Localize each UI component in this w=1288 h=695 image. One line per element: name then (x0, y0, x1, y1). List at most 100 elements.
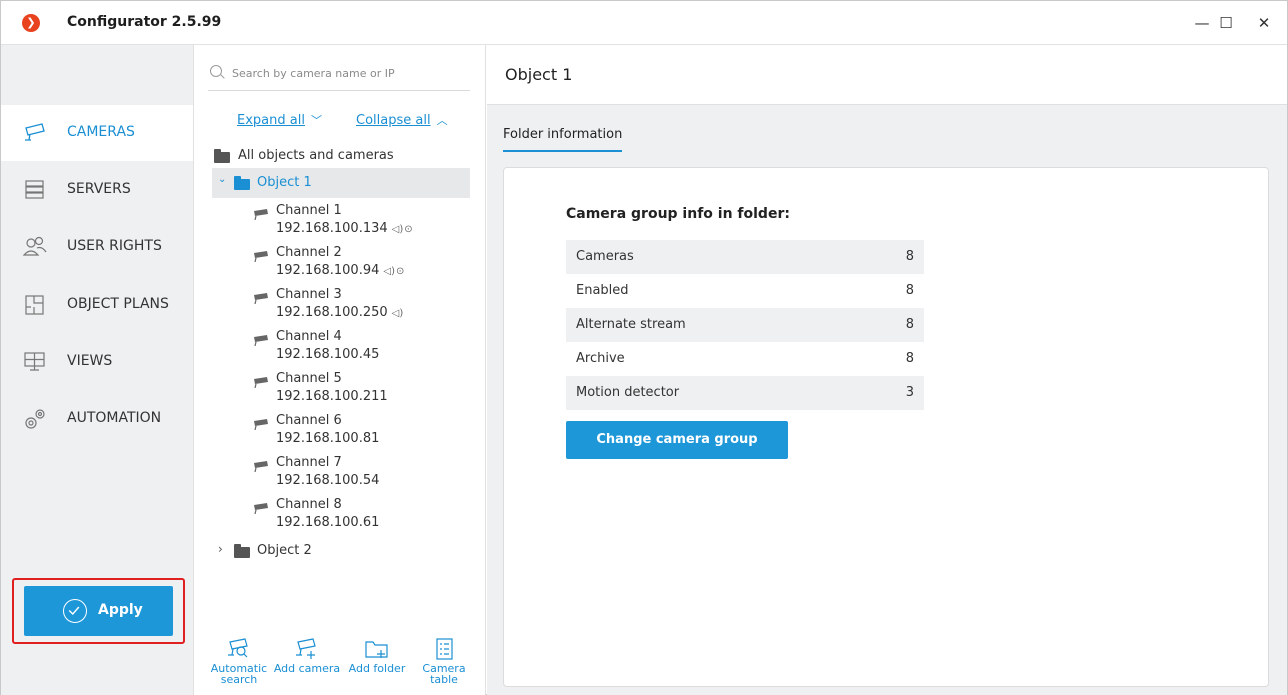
channel-ip: 192.168.100.211 (276, 389, 388, 404)
tree-object-1-row[interactable]: ⌄ Object 1 (212, 168, 470, 198)
camera-tree-panel: Expand all ﹀ Collapse all ︿ All objects an… (194, 45, 486, 695)
chevron-up-icon: ︿ (436, 114, 448, 127)
camera-table-button[interactable]: Camera table (416, 638, 472, 685)
channel-ip: 192.168.100.250 ◁) (276, 305, 403, 320)
channel-name: Channel 3 (276, 287, 342, 302)
folder-icon (214, 149, 230, 163)
channel-row[interactable]: Channel 1 192.168.100.134 ◁)⊙ (252, 203, 472, 245)
change-camera-group-settings-button[interactable]: Change camera group settings (566, 421, 788, 485)
expand-all-label: Expand all (237, 113, 305, 128)
camera-icon (254, 209, 268, 220)
channel-row[interactable]: Channel 5 192.168.100.211 (252, 371, 472, 413)
check-circle-icon (63, 599, 87, 623)
channel-ip: 192.168.100.94 ◁)⊙ (276, 263, 404, 278)
camera-icon (254, 419, 268, 430)
info-value: 8 (905, 249, 914, 264)
search-input[interactable] (232, 60, 462, 86)
channel-row[interactable]: Channel 4 192.168.100.45 (252, 329, 472, 371)
camera-icon (254, 251, 268, 262)
folder-info-card: Camera group info in folder: Cameras 8 E… (503, 167, 1269, 687)
channel-name: Channel 8 (276, 497, 342, 512)
camera-icon (254, 293, 268, 304)
camera-search-icon (228, 638, 248, 658)
channel-ip-text: 192.168.100.94 (276, 263, 380, 278)
channel-ip-text: 192.168.100.211 (276, 389, 388, 404)
main-header: Object 1 (487, 45, 1287, 105)
collapse-all-link[interactable]: Collapse all ︿ (356, 112, 448, 128)
info-row-enabled: Enabled 8 (566, 274, 924, 308)
channel-row[interactable]: Channel 3 192.168.100.250 ◁) (252, 287, 472, 329)
page-title: Object 1 (505, 65, 573, 84)
search-icon (210, 65, 222, 77)
apply-button[interactable]: Apply (24, 586, 173, 636)
expand-all-link[interactable]: Expand all ﹀ (237, 112, 322, 128)
close-button[interactable]: ✕ (1249, 11, 1279, 35)
tab-folder-information[interactable]: Folder information (503, 127, 623, 152)
gears-icon (25, 409, 45, 429)
channel-row[interactable]: Channel 7 192.168.100.54 (252, 455, 472, 497)
camera-table-label-line2: table (430, 673, 458, 686)
channel-ip: 192.168.100.81 (276, 431, 379, 446)
monitor-icon (24, 352, 45, 371)
sidebar-item-object-plans[interactable]: OBJECT PLANS (1, 277, 193, 333)
info-value: 8 (905, 317, 914, 332)
chevron-down-icon[interactable]: ⌄ (218, 174, 226, 185)
channel-row[interactable]: Channel 8 192.168.100.61 (252, 497, 472, 539)
sidebar-item-user-rights[interactable]: USER RIGHTS (1, 219, 193, 275)
channel-ip-text: 192.168.100.45 (276, 347, 380, 362)
apply-label: Apply (98, 602, 143, 618)
channel-name: Channel 7 (276, 455, 342, 470)
automatic-search-button[interactable]: Automatic search (208, 638, 270, 685)
info-row-alternate-stream: Alternate stream 8 (566, 308, 924, 342)
channel-name: Channel 5 (276, 371, 342, 386)
channel-name: Channel 4 (276, 329, 342, 344)
sidebar-item-views[interactable]: VIEWS (1, 334, 193, 390)
tree-object-2-label: Object 2 (257, 543, 312, 558)
camera-icon (254, 377, 268, 388)
floor-plan-icon (25, 295, 44, 315)
channel-ip: 192.168.100.134 ◁)⊙ (276, 221, 413, 236)
audio-icon: ◁) (391, 308, 404, 319)
channel-row[interactable]: Channel 2 192.168.100.94 ◁)⊙ (252, 245, 472, 287)
sidebar-item-label: OBJECT PLANS (67, 296, 169, 312)
sidebar-item-automation[interactable]: AUTOMATION (1, 391, 193, 447)
sidebar-item-servers[interactable]: SERVERS (1, 162, 193, 218)
channel-row[interactable]: Channel 6 192.168.100.81 (252, 413, 472, 455)
channel-ip-text: 192.168.100.81 (276, 431, 380, 446)
folder-icon (234, 544, 250, 558)
collapse-all-label: Collapse all (356, 113, 431, 128)
camera-icon (254, 335, 268, 346)
audio-icon: ◁) (391, 224, 404, 235)
add-camera-button[interactable]: Add camera (272, 638, 342, 674)
title-bar: ❯ Configurator 2.5.99 — ☐ ✕ (1, 1, 1287, 45)
channel-ip-text: 192.168.100.61 (276, 515, 380, 530)
info-row-motion-detector: Motion detector 3 (566, 376, 924, 410)
info-label: Motion detector (576, 385, 680, 400)
channel-name: Channel 2 (276, 245, 342, 260)
add-folder-button[interactable]: Add folder (344, 638, 410, 674)
tree-root-label: All objects and cameras (238, 148, 394, 163)
maximize-button[interactable]: ☐ (1211, 11, 1241, 35)
channel-ip-text: 192.168.100.250 (276, 305, 388, 320)
info-label: Alternate stream (576, 317, 686, 332)
add-folder-label: Add folder (348, 662, 406, 675)
info-label: Cameras (576, 249, 634, 264)
channel-ip: 192.168.100.45 (276, 347, 379, 362)
sidebar-item-cameras[interactable]: CAMERAS (1, 105, 193, 161)
tree-root-row[interactable]: All objects and cameras (212, 141, 470, 171)
add-camera-label: Add camera (273, 662, 341, 675)
app-logo-icon: ❯ (22, 14, 40, 32)
sidebar-item-label: CAMERAS (67, 124, 135, 140)
chevron-down-icon: ﹀ (310, 114, 322, 127)
tree-object-2-row[interactable]: › Object 2 (212, 536, 470, 566)
camera-icon (254, 503, 268, 514)
channel-ip: 192.168.100.61 (276, 515, 379, 530)
folder-icon (234, 176, 250, 190)
configurator-window: ❯ Configurator 2.5.99 — ☐ ✕ CAMERAS SERV… (0, 0, 1288, 695)
ptz-icon: ⊙ (404, 224, 413, 235)
channel-name: Channel 6 (276, 413, 342, 428)
info-value: 3 (905, 385, 914, 400)
ptz-icon: ⊙ (395, 266, 405, 277)
chevron-right-icon[interactable]: › (218, 542, 223, 556)
window-title: Configurator 2.5.99 (67, 14, 222, 30)
